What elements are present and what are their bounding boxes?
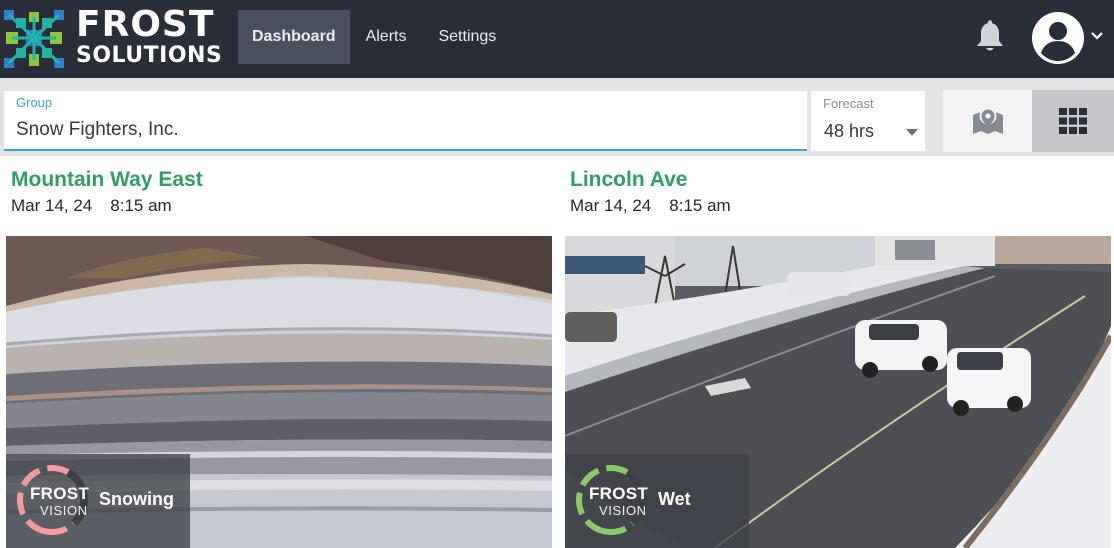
grid-view-button[interactable] — [1032, 90, 1114, 152]
forecast-select[interactable]: Forecast 48 hrs — [811, 91, 925, 151]
logo-text-frost: FROST — [76, 4, 215, 45]
camera-time: 8:15 am — [669, 196, 731, 215]
road-condition-status: Snowing — [99, 489, 174, 509]
camera-date: Mar 14, 24 — [11, 196, 93, 215]
chevron-down-icon[interactable] — [1089, 28, 1105, 44]
camera-date: Mar 14, 24 — [570, 196, 652, 215]
camera-card-header-1: Mountain Way East Mar 14, 24 8:15 am — [11, 166, 203, 218]
top-navigation-bar: FROST SOLUTIONS Dashboard Alerts Setting… — [0, 0, 1114, 78]
camera-timestamp: Mar 14, 24 8:15 am — [11, 194, 203, 218]
forecast-select-value[interactable]: 48 hrs — [824, 121, 874, 142]
frost-vision-status-badge[interactable]: FROST VISION Snowing — [6, 454, 190, 548]
group-field-value[interactable]: Snow Fighters, Inc. — [16, 119, 179, 141]
camera-card-header-2: Lincoln Ave Mar 14, 24 8:15 am — [570, 166, 731, 218]
group-field-label: Group — [16, 95, 53, 110]
camera-feed-1[interactable]: FROST VISION Snowing — [6, 236, 552, 548]
app: FROST SOLUTIONS Dashboard Alerts Setting… — [0, 0, 1114, 548]
map-view-button[interactable] — [943, 90, 1032, 152]
frost-vision-status-badge[interactable]: FROST VISION Wet — [565, 454, 749, 548]
user-circle-icon[interactable] — [1031, 11, 1085, 65]
camera-title[interactable]: Lincoln Ave — [570, 166, 731, 194]
badge-sub-text: VISION — [40, 503, 88, 518]
group-field[interactable]: Group Snow Fighters, Inc. — [4, 91, 807, 151]
suv-car-2 — [947, 348, 1031, 416]
dropdown-caret-icon[interactable] — [905, 127, 919, 137]
nav-alerts[interactable]: Alerts — [350, 10, 423, 64]
camera-time: 8:15 am — [110, 196, 172, 215]
camera-title[interactable]: Mountain Way East — [11, 166, 203, 194]
main-nav: Dashboard Alerts Settings — [238, 10, 512, 64]
grid-icon — [1059, 108, 1087, 134]
camera-feed-2[interactable]: FROST VISION Wet — [565, 236, 1111, 548]
camera-timestamp: Mar 14, 24 8:15 am — [570, 194, 731, 218]
logo-mark-icon — [4, 10, 64, 68]
badge-brand-text: FROST — [589, 484, 649, 503]
logo-text-solutions: SOLUTIONS — [76, 43, 223, 68]
view-toggle — [943, 90, 1114, 152]
filter-bar: Group Snow Fighters, Inc. Forecast 48 hr… — [0, 78, 1114, 156]
forecast-select-label: Forecast — [823, 96, 874, 111]
brand-logo[interactable]: FROST SOLUTIONS — [2, 6, 222, 70]
road-condition-status: Wet — [658, 489, 691, 509]
suv-car-1 — [855, 320, 947, 378]
nav-settings[interactable]: Settings — [422, 10, 512, 64]
bell-icon[interactable] — [975, 20, 1005, 54]
nav-dashboard[interactable]: Dashboard — [238, 10, 350, 64]
badge-brand-text: FROST — [30, 484, 90, 503]
map-icon — [972, 107, 1003, 134]
badge-sub-text: VISION — [599, 503, 647, 518]
